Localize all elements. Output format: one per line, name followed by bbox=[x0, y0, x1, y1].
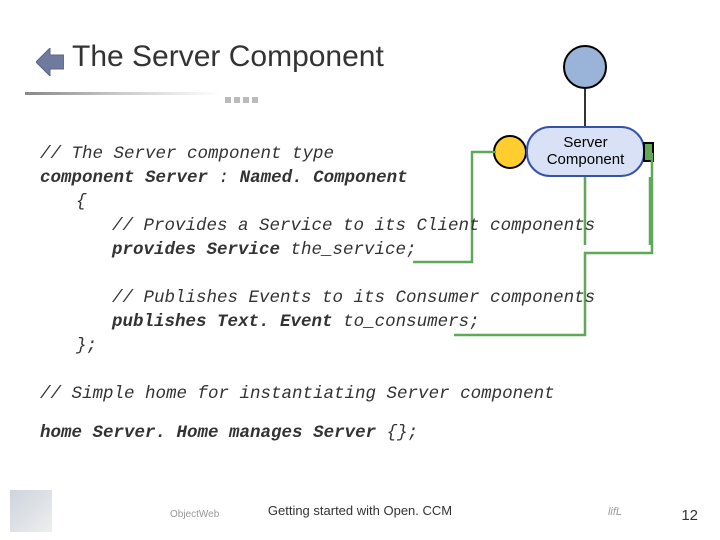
code-blank bbox=[40, 358, 670, 382]
code-comment: // The Server component type bbox=[40, 142, 670, 166]
code-line: publishes Text. Event to_consumers; bbox=[40, 310, 670, 334]
top-interface-circle-icon bbox=[563, 45, 607, 89]
code-line: { bbox=[40, 190, 670, 214]
title-bullet-icon bbox=[36, 48, 64, 76]
code-comment: // Publishes Events to its Consumer comp… bbox=[40, 286, 670, 310]
title-dots-icon bbox=[225, 90, 261, 108]
code-home-line: home Server. Home manages Server {}; bbox=[40, 423, 418, 443]
code-line: provides Service the_service; bbox=[40, 238, 670, 262]
page-number: 12 bbox=[681, 507, 698, 524]
code-line: component Server : Named. Component bbox=[40, 166, 670, 190]
slide-title: The Server Component bbox=[72, 40, 384, 74]
lifl-logo-icon: lifL bbox=[600, 506, 630, 526]
footer-text: Getting started with Open. CCM bbox=[268, 503, 452, 518]
code-blank bbox=[40, 262, 670, 286]
idl-code-block: // The Server component type component S… bbox=[40, 142, 670, 406]
code-comment: // Provides a Service to its Client comp… bbox=[40, 214, 670, 238]
title-underline bbox=[25, 92, 220, 95]
code-comment: // Simple home for instantiating Server … bbox=[40, 382, 670, 406]
code-line: }; bbox=[40, 334, 670, 358]
